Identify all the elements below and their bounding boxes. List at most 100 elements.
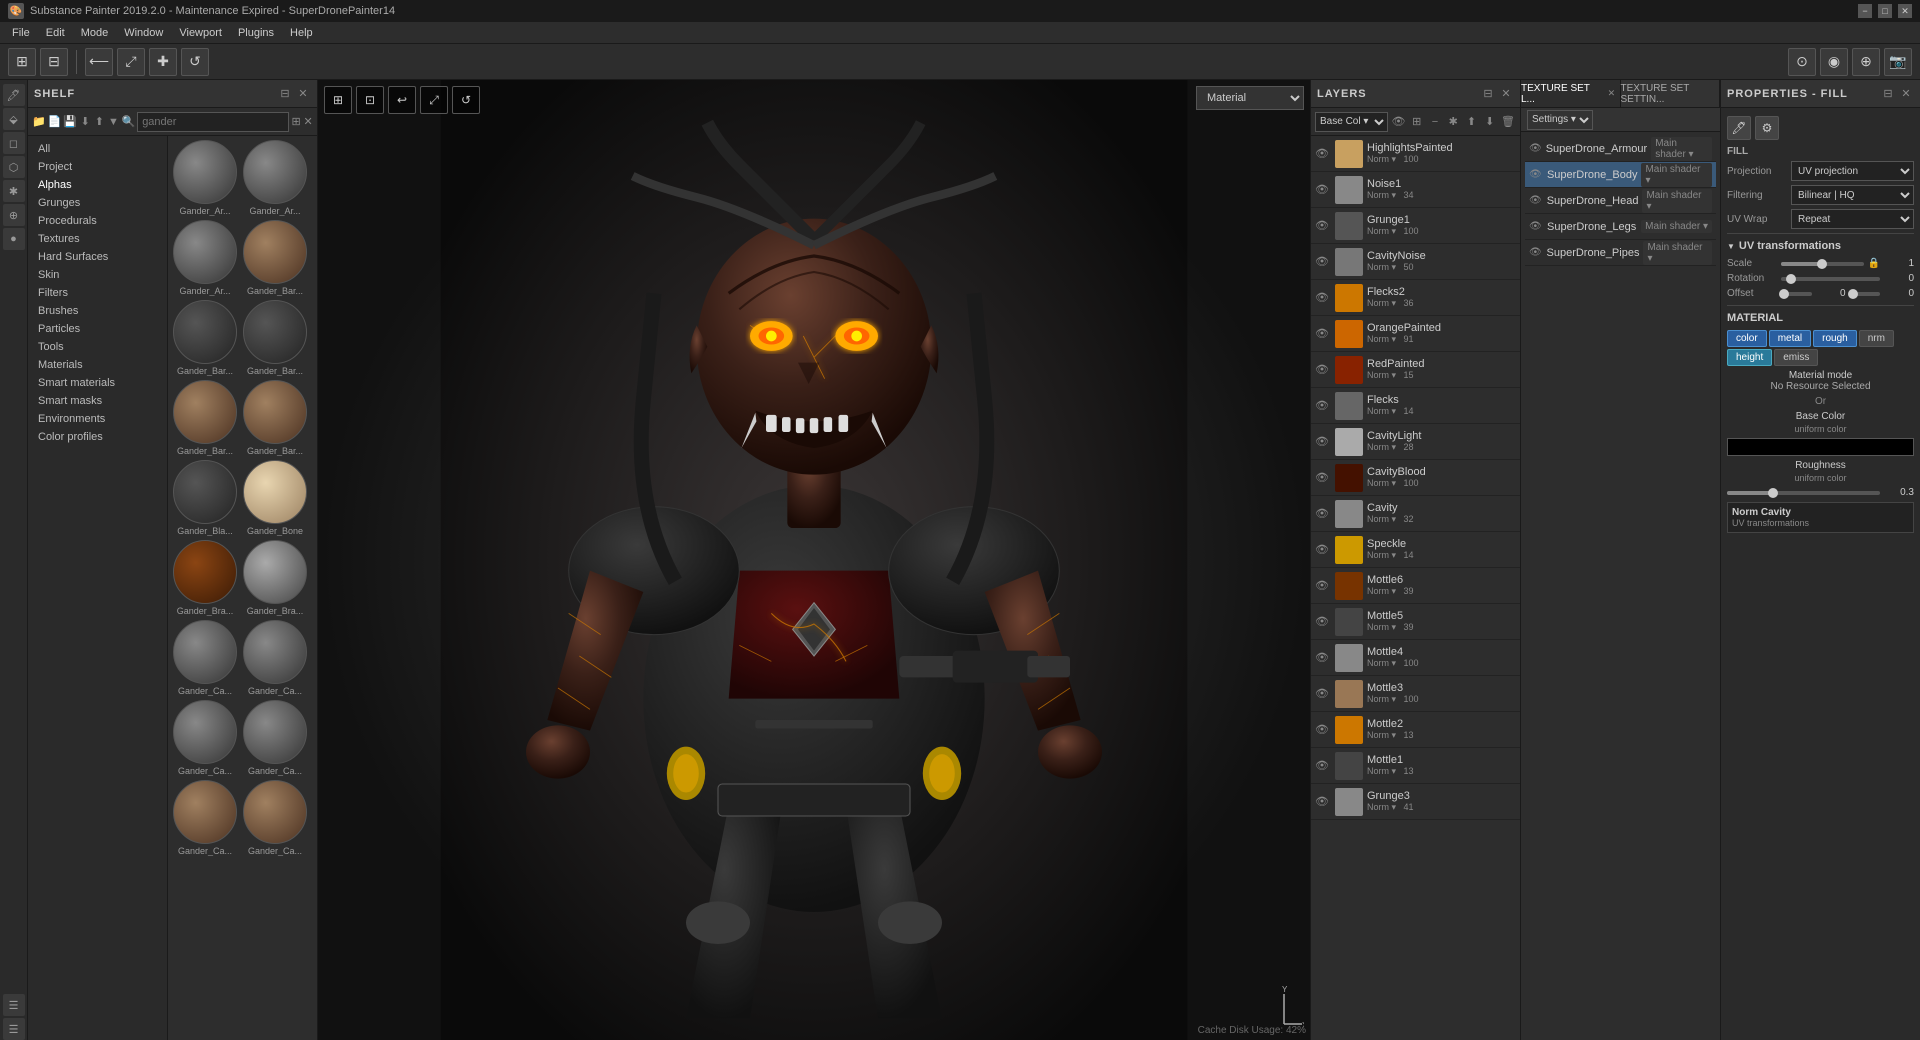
roughness-slider-thumb[interactable]	[1768, 488, 1778, 498]
left-icon-1[interactable]: 🖊	[3, 84, 25, 106]
shelf-item[interactable]: Gander_Bar...	[242, 220, 308, 296]
viewport[interactable]: ⊞ ⊡ ↩ ⤢ ↺ Material Albedo Roughness Norm…	[318, 80, 1310, 1040]
shelf-item[interactable]: Gander_Bone	[242, 460, 308, 536]
scale-slider-thumb[interactable]	[1817, 259, 1827, 269]
viewport-icon-4[interactable]: 📷	[1884, 48, 1912, 76]
left-icon-9[interactable]: ☰	[3, 1018, 25, 1040]
offset-slider-1-track[interactable]	[1781, 292, 1812, 296]
shelf-filter-btn[interactable]: ▼	[107, 111, 119, 133]
layers-move-down-btn[interactable]: ⬇	[1482, 112, 1498, 132]
vp-tool-4[interactable]: ⤢	[420, 86, 448, 114]
tab-close-icon[interactable]: ✕	[1608, 88, 1620, 100]
layer-eye-icon[interactable]: 👁	[1315, 651, 1331, 664]
shelf-save-btn[interactable]: 💾	[63, 111, 77, 133]
layers-float-btn[interactable]: ⊟	[1480, 86, 1496, 102]
shelf-close-btn[interactable]: ✕	[295, 86, 311, 102]
shelf-nav-smart-masks[interactable]: Smart masks	[28, 392, 167, 410]
shelf-nav-tools[interactable]: Tools	[28, 338, 167, 356]
shelf-item[interactable]: Gander_Ca...	[242, 700, 308, 776]
shelf-nav-environments[interactable]: Environments	[28, 410, 167, 428]
layer-eye-icon[interactable]: 👁	[1315, 579, 1331, 592]
shelf-folder-btn[interactable]: 📁	[32, 111, 46, 133]
offset-slider-2-track[interactable]	[1850, 292, 1881, 296]
rotation-slider-track[interactable]	[1781, 277, 1880, 281]
layer-row[interactable]: 👁 Mottle4 Norm ▾ 100	[1311, 640, 1520, 676]
projection-select[interactable]: UV projection Triplanar Spherical Planar	[1791, 161, 1914, 181]
viewport-icon-3[interactable]: ⊕	[1852, 48, 1880, 76]
layer-eye-icon[interactable]: 👁	[1315, 399, 1331, 412]
shelf-nav-skin[interactable]: Skin	[28, 266, 167, 284]
layer-eye-icon[interactable]: 👁	[1315, 363, 1331, 376]
tool-anchor[interactable]: ⤢	[117, 48, 145, 76]
layer-row[interactable]: 👁 Mottle6 Norm ▾ 39	[1311, 568, 1520, 604]
texture-set-item[interactable]: 👁 SuperDrone_Pipes Main shader ▾	[1525, 240, 1716, 266]
tool-add[interactable]: ✚	[149, 48, 177, 76]
ts-eye-icon[interactable]: 👁	[1529, 143, 1542, 154]
layer-row[interactable]: 👁 Flecks2 Norm ▾ 36	[1311, 280, 1520, 316]
layer-row[interactable]: 👁 CavityBlood Norm ▾ 100	[1311, 460, 1520, 496]
shelf-item[interactable]: Gander_Ar...	[172, 140, 238, 216]
mat-btn-emiss[interactable]: emiss	[1774, 349, 1818, 366]
roughness-slider-track[interactable]	[1727, 491, 1880, 495]
menu-edit[interactable]: Edit	[38, 25, 73, 41]
mat-btn-height[interactable]: height	[1727, 349, 1772, 366]
mat-btn-nrm[interactable]: nrm	[1859, 330, 1894, 347]
layer-row[interactable]: 👁 CavityNoise Norm ▾ 50	[1311, 244, 1520, 280]
ts-eye-icon[interactable]: 👁	[1529, 195, 1543, 206]
layer-eye-icon[interactable]: 👁	[1315, 507, 1331, 520]
tab-texture-set-list[interactable]: TEXTURE SET L... ✕	[1521, 80, 1621, 107]
vp-tool-1[interactable]: ⊞	[324, 86, 352, 114]
shelf-item[interactable]: Gander_Bar...	[172, 300, 238, 376]
offset-slider-2-thumb[interactable]	[1848, 289, 1858, 299]
mat-btn-rough[interactable]: rough	[1813, 330, 1857, 347]
left-icon-2[interactable]: ⬙	[3, 108, 25, 130]
offset-slider-1-thumb[interactable]	[1779, 289, 1789, 299]
shelf-item[interactable]: Gander_Ca...	[242, 780, 308, 856]
base-color-swatch[interactable]	[1727, 438, 1914, 456]
shelf-item[interactable]: Gander_Ar...	[242, 140, 308, 216]
shelf-close-search-btn[interactable]: ✕	[303, 113, 313, 131]
shelf-item[interactable]: Gander_Bar...	[172, 380, 238, 456]
shelf-item[interactable]: Gander_Ca...	[172, 780, 238, 856]
shelf-nav-hard-surfaces[interactable]: Hard Surfaces	[28, 248, 167, 266]
menu-plugins[interactable]: Plugins	[230, 25, 282, 41]
texture-set-item[interactable]: 👁 SuperDrone_Armour Main shader ▾	[1525, 136, 1716, 162]
ts-eye-icon[interactable]: 👁	[1529, 221, 1543, 232]
layers-close-btn[interactable]: ✕	[1498, 86, 1514, 102]
layers-add-btn[interactable]: ⊞	[1409, 112, 1425, 132]
shelf-item[interactable]: Gander_Ca...	[242, 620, 308, 696]
shelf-item[interactable]: Gander_Bla...	[172, 460, 238, 536]
layers-fx-btn[interactable]: ✱	[1445, 112, 1461, 132]
shelf-nav-all[interactable]: All	[28, 140, 167, 158]
layer-row[interactable]: 👁 Grunge1 Norm ▾ 100	[1311, 208, 1520, 244]
layer-eye-icon[interactable]: 👁	[1315, 723, 1331, 736]
left-icon-8[interactable]: ☰	[3, 994, 25, 1016]
layer-eye-icon[interactable]: 👁	[1315, 543, 1331, 556]
vp-tool-2[interactable]: ⊡	[356, 86, 384, 114]
vp-tool-3[interactable]: ↩	[388, 86, 416, 114]
texture-set-item[interactable]: 👁 SuperDrone_Legs Main shader ▾	[1525, 214, 1716, 240]
shelf-search-input[interactable]	[137, 112, 289, 132]
layer-eye-icon[interactable]: 👁	[1315, 255, 1331, 268]
mat-btn-color[interactable]: color	[1727, 330, 1767, 347]
shelf-float-btn[interactable]: ⊟	[277, 86, 293, 102]
left-icon-5[interactable]: ✱	[3, 180, 25, 202]
layer-eye-icon[interactable]: 👁	[1315, 471, 1331, 484]
shelf-item[interactable]: Gander_Ca...	[172, 700, 238, 776]
left-icon-3[interactable]: ◻	[3, 132, 25, 154]
mat-btn-metal[interactable]: metal	[1769, 330, 1811, 347]
ts-eye-icon[interactable]: 👁	[1529, 247, 1543, 258]
shelf-nav-alphas[interactable]: Alphas	[28, 176, 167, 194]
layer-row[interactable]: 👁 Mottle2 Norm ▾ 13	[1311, 712, 1520, 748]
layer-row[interactable]: 👁 HighlightsPainted Norm ▾ 100	[1311, 136, 1520, 172]
layer-eye-icon[interactable]: 👁	[1315, 435, 1331, 448]
shelf-nav-materials[interactable]: Materials	[28, 356, 167, 374]
props-settings-icon[interactable]: ⚙	[1755, 116, 1779, 140]
shelf-import-btn[interactable]: ⬇	[79, 111, 91, 133]
layer-row[interactable]: 👁 OrangePainted Norm ▾ 91	[1311, 316, 1520, 352]
props-paint-icon[interactable]: 🖊	[1727, 116, 1751, 140]
uv-wrap-select[interactable]: Repeat Clamp Mirror	[1791, 209, 1914, 229]
layer-row[interactable]: 👁 Speckle Norm ▾ 14	[1311, 532, 1520, 568]
left-icon-7[interactable]: ●	[3, 228, 25, 250]
texture-set-settings-dropdown[interactable]: Settings ▾	[1527, 110, 1593, 130]
